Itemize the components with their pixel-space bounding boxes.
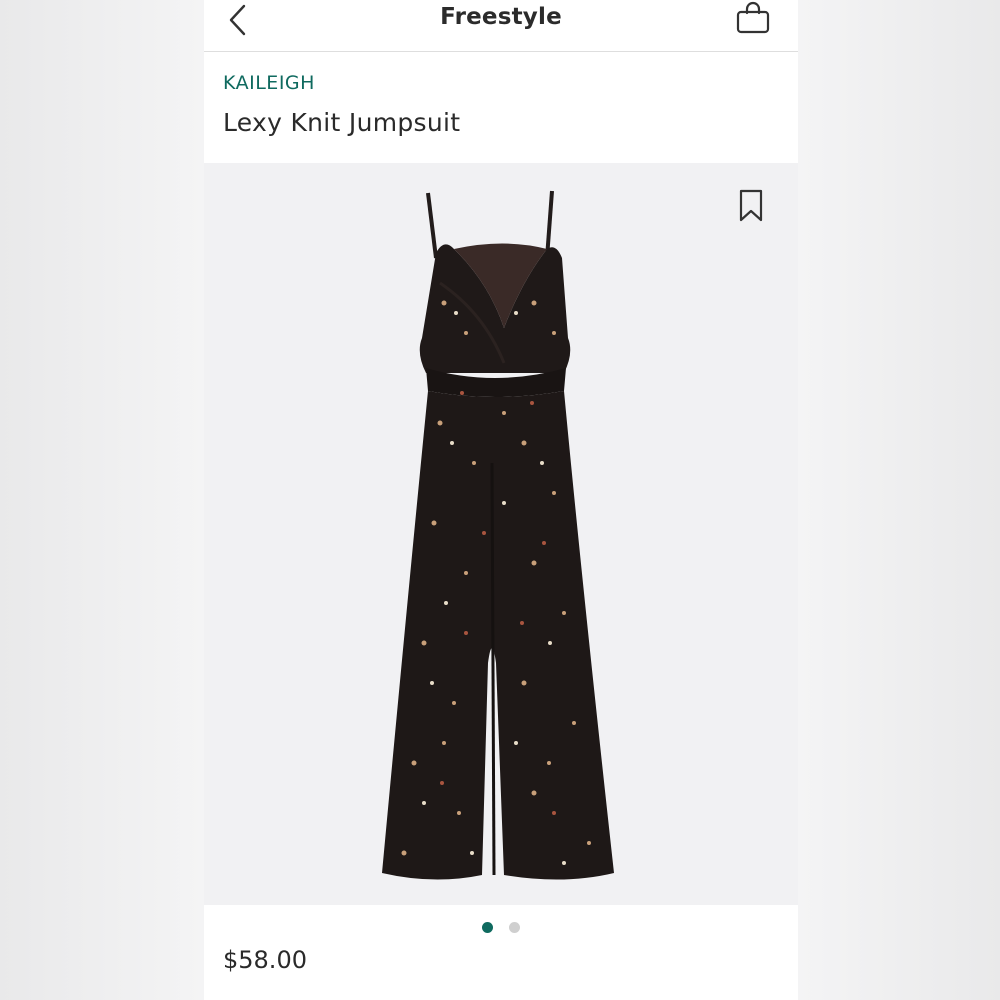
product-price: $58.00 [223,946,307,974]
product-image-carousel[interactable] [204,163,798,905]
product-image [382,190,614,880]
brand-name[interactable]: KAILEIGH [223,72,315,94]
background-left [0,0,204,1000]
carousel-dot-1[interactable] [482,922,494,933]
shopping-bag-icon [736,1,770,34]
background-right [798,0,1000,1000]
carousel-dot-2[interactable] [508,922,520,933]
page-title: Freestyle [440,4,562,30]
navigation-bar: Freestyle [204,0,798,52]
app-screen: Freestyle KAILEIGH Lexy Knit Jumpsuit $5… [204,0,798,1000]
bookmark-icon[interactable] [738,189,764,223]
carousel-pager [204,918,798,933]
shopping-bag-button[interactable] [732,0,774,36]
product-name: Lexy Knit Jumpsuit [223,108,461,137]
